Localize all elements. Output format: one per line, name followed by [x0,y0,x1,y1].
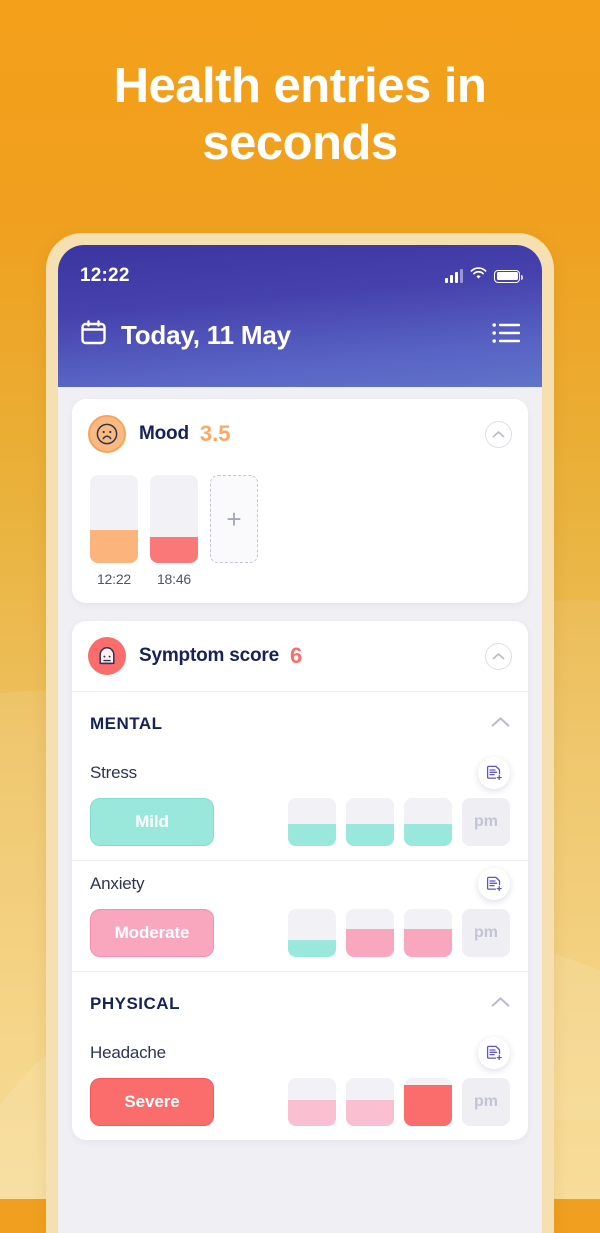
mood-card-header: Mood 3.5 [72,399,528,469]
symptom-mini-bar[interactable] [404,909,452,957]
symptom-mini-bar[interactable] [288,909,336,957]
nav-bar: Today, 11 May [80,319,521,351]
symptom-row: Stress Mild pm [72,750,528,860]
mood-bar[interactable] [90,475,138,563]
status-bar: 12:22 [80,263,523,289]
symptom-mini-bar[interactable] [346,909,394,957]
pm-slot[interactable]: pm [462,1078,510,1126]
symptom-mini-bar[interactable] [346,1078,394,1126]
mood-add-entry[interactable]: + [210,475,258,587]
symptom-score: 6 [289,643,303,668]
card-list: Mood 3.5 12:22 18:46 + Symptom score 6 M… [58,387,542,1140]
symptom-section-header[interactable]: MENTAL [72,692,528,750]
symptom-name: Stress [90,763,137,782]
symptom-mini-list: pm [288,909,510,957]
mood-bar-list: 12:22 18:46 + [90,475,510,587]
note-add-icon[interactable] [478,868,510,900]
mood-bar-time: 18:46 [156,571,192,587]
plus-icon[interactable]: + [210,475,258,563]
symptom-name: Anxiety [90,874,145,893]
sad-face-icon [88,415,126,453]
list-icon[interactable] [492,322,521,349]
symptom-face-icon [88,637,126,675]
symptom-controls: Moderate pm [90,909,510,957]
signal-icon [445,269,463,283]
mood-card: Mood 3.5 12:22 18:46 + [72,399,528,603]
severity-pill[interactable]: Moderate [90,909,214,957]
battery-icon [494,269,523,283]
phone-frame: 12:22 Today, 11 May Mood 3.5 12:22 18:46… [46,233,554,1233]
page-headline: Health entries in seconds [113,59,487,170]
symptom-name: Headache [90,1043,166,1062]
mood-entries: 12:22 18:46 + [72,469,528,603]
symptom-row-header: Stress [90,756,510,790]
mood-entry[interactable]: 12:22 [90,475,138,587]
status-clock: 12:22 [80,265,130,286]
note-add-icon[interactable] [478,1037,510,1069]
symptom-collapse-button[interactable] [485,642,512,670]
symptom-row-header: Anxiety [90,867,510,901]
symptom-mini-bar[interactable] [404,1078,452,1126]
calendar-icon[interactable] [80,319,107,351]
symptom-section-header[interactable]: PHYSICAL [72,972,528,1030]
mood-score: 3.5 [199,421,231,446]
status-icons [445,267,523,285]
pm-slot[interactable]: pm [462,798,510,846]
mood-bar-time: 12:22 [96,571,132,587]
phone-screen: 12:22 Today, 11 May Mood 3.5 12:22 18:46… [58,245,542,1233]
severity-pill[interactable]: Mild [90,798,214,846]
mood-collapse-button[interactable] [485,420,512,448]
symptom-mini-bar[interactable] [404,798,452,846]
symptom-sections: MENTAL Stress Mild pm Anxiety Moderate pm PHYSI… [72,692,528,1140]
symptom-controls: Mild pm [90,798,510,846]
severity-pill[interactable]: Severe [90,1078,214,1126]
symptom-section-title: MENTAL [90,714,163,733]
symptom-mini-bar[interactable] [288,1078,336,1126]
symptom-row-header: Headache [90,1036,510,1070]
symptom-mini-bar[interactable] [346,798,394,846]
note-add-icon[interactable] [478,757,510,789]
symptom-card: Symptom score 6 MENTAL Stress Mild pm Anxiet… [72,621,528,1140]
wifi-icon [470,267,487,285]
symptom-mini-list: pm [288,798,510,846]
symptom-row: Anxiety Moderate pm [72,861,528,971]
page-title: Today, 11 May [121,319,291,350]
symptom-row: Headache Severe pm [72,1030,528,1140]
symptom-section-title: PHYSICAL [90,994,180,1013]
mood-bar[interactable] [150,475,198,563]
pm-slot[interactable]: pm [462,909,510,957]
chevron-up-icon[interactable] [491,995,510,1013]
app-topbar: 12:22 Today, 11 May [58,245,542,387]
symptom-mini-bar[interactable] [288,798,336,846]
symptom-card-header: Symptom score 6 [72,621,528,691]
chevron-up-icon[interactable] [491,715,510,733]
mood-card-title: Mood [139,423,189,444]
symptom-controls: Severe pm [90,1078,510,1126]
symptom-card-title: Symptom score [139,645,279,666]
mood-entry[interactable]: 18:46 [150,475,198,587]
symptom-mini-list: pm [288,1078,510,1126]
